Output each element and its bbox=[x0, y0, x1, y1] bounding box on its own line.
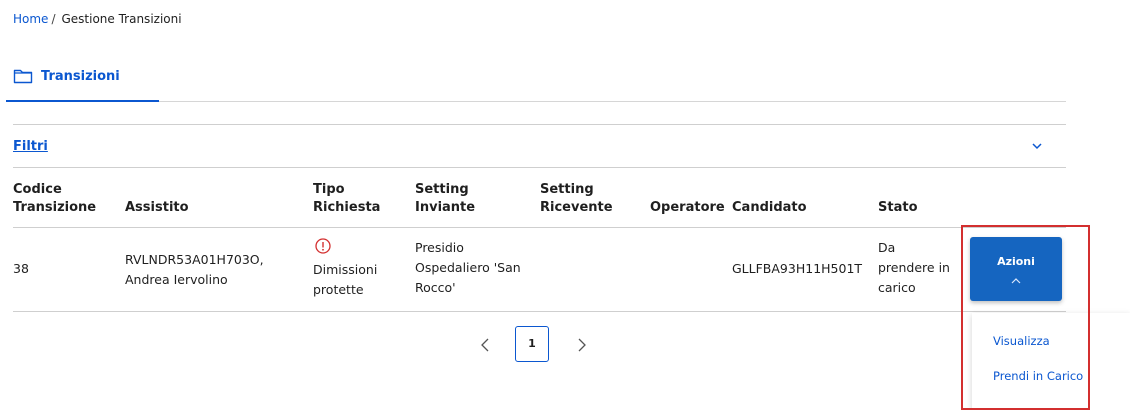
folder-icon bbox=[13, 69, 33, 84]
filters-divider-bottom bbox=[13, 167, 1066, 168]
cell-tipo-richiesta: Dimissioni protette bbox=[313, 262, 378, 297]
table-header-divider bbox=[13, 227, 1066, 228]
cell-setting-inviante: Presidio Ospedaliero 'San Rocco' bbox=[415, 240, 521, 295]
header-tipo-richiesta: Tipo Richiesta bbox=[313, 182, 381, 215]
chevron-left-icon[interactable] bbox=[475, 333, 495, 357]
breadcrumb-separator: / bbox=[51, 12, 56, 26]
breadcrumb-current: Gestione Transizioni bbox=[61, 12, 182, 26]
warning-circle-icon bbox=[315, 238, 331, 254]
actions-button-label: Azioni bbox=[997, 255, 1035, 268]
chevron-down-icon[interactable] bbox=[1030, 140, 1044, 152]
header-setting-ricevente: Setting Ricevente bbox=[540, 182, 613, 215]
chevron-up-icon bbox=[1011, 278, 1021, 284]
header-codice: Codice Transizione bbox=[13, 182, 97, 215]
tab-active-indicator bbox=[6, 100, 159, 102]
tab-transizioni[interactable]: Transizioni bbox=[13, 68, 120, 84]
breadcrumb: Home / Gestione Transizioni bbox=[13, 12, 182, 26]
table-row-divider bbox=[13, 311, 1066, 312]
menu-item-visualizza[interactable]: Visualizza bbox=[993, 334, 1050, 348]
page-button-current[interactable]: 1 bbox=[515, 326, 549, 362]
chevron-right-icon[interactable] bbox=[572, 333, 592, 357]
actions-button[interactable]: Azioni bbox=[970, 237, 1062, 301]
cell-assistito: RVLNDR53A01H703O, Andrea Iervolino bbox=[125, 252, 264, 287]
cell-stato: Da prendere in carico bbox=[878, 240, 950, 295]
cell-candidato: GLLFBA93H11H501T bbox=[732, 261, 863, 276]
header-assistito: Assistito bbox=[125, 200, 189, 215]
tab-divider bbox=[6, 101, 1066, 102]
actions-dropdown: Visualizza Prendi in Carico bbox=[972, 313, 1130, 410]
header-stato: Stato bbox=[878, 200, 918, 215]
header-operatore: Operatore bbox=[650, 200, 725, 215]
header-candidato: Candidato bbox=[732, 200, 807, 215]
cell-codice: 38 bbox=[13, 261, 29, 276]
filters-toggle[interactable]: Filtri bbox=[13, 139, 48, 154]
filters-divider-top bbox=[13, 124, 1066, 125]
header-setting-inviante: Setting Inviante bbox=[415, 182, 476, 215]
breadcrumb-home-link[interactable]: Home bbox=[13, 12, 48, 26]
tab-label: Transizioni bbox=[41, 68, 120, 84]
menu-item-prendi-in-carico[interactable]: Prendi in Carico bbox=[993, 369, 1083, 383]
